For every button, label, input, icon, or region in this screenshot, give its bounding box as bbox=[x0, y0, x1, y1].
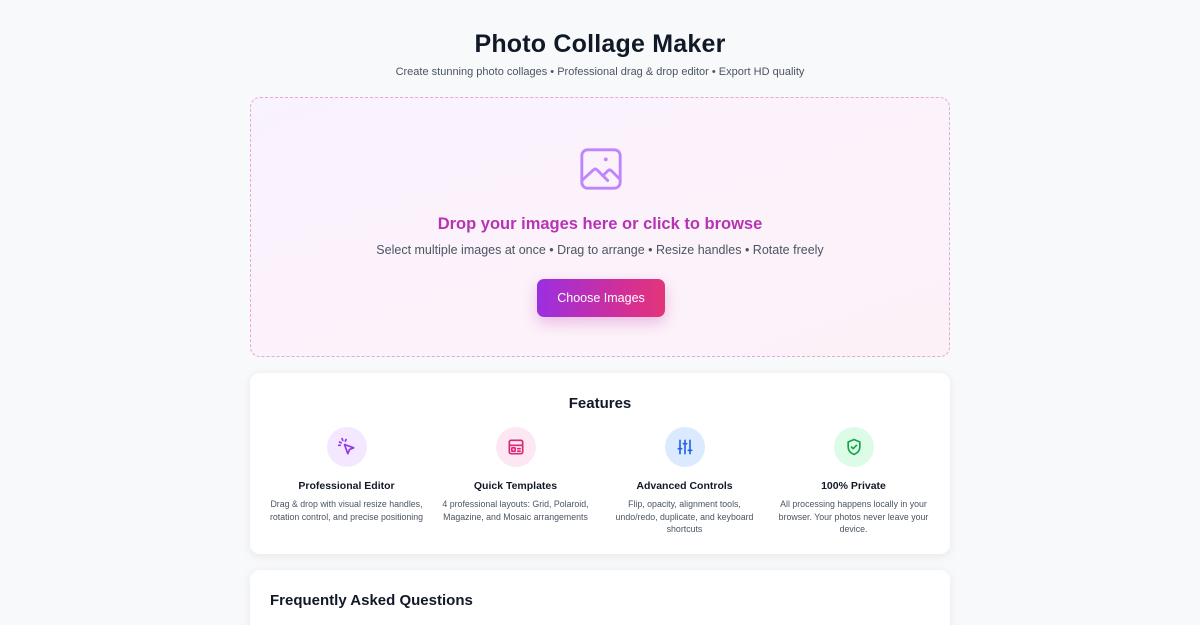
feature-description: Drag & drop with visual resize handles, … bbox=[269, 499, 424, 522]
feature-advanced-controls: Advanced Controls Flip, opacity, alignme… bbox=[600, 427, 769, 536]
page-subtitle: Create stunning photo collages • Profess… bbox=[395, 66, 805, 78]
feature-description: 4 professional layouts: Grid, Polaroid, … bbox=[442, 499, 589, 522]
dropzone-title: Drop your images here or click to browse bbox=[437, 215, 763, 233]
page-header: Photo Collage Maker Create stunning phot… bbox=[0, 0, 1200, 79]
feature-private: 100% Private All processing happens loca… bbox=[769, 427, 938, 536]
image-icon bbox=[580, 148, 622, 190]
choose-images-button[interactable]: Choose Images bbox=[537, 279, 665, 317]
feature-title: Quick Templates bbox=[473, 480, 558, 492]
sliders-icon bbox=[664, 427, 705, 467]
faq-title: Frequently Asked Questions bbox=[270, 592, 473, 609]
feature-title: 100% Private bbox=[821, 480, 886, 492]
page: Photo Collage Maker Create stunning phot… bbox=[0, 0, 1200, 625]
page-title: Photo Collage Maker bbox=[474, 30, 726, 58]
faq-card: Frequently Asked Questions bbox=[250, 570, 950, 625]
features-title: Features bbox=[568, 395, 632, 412]
feature-description: All processing happens locally in your b… bbox=[778, 499, 929, 534]
feature-description: Flip, opacity, alignment tools, undo/red… bbox=[615, 499, 754, 534]
dropzone-subtitle: Select multiple images at once • Drag to… bbox=[376, 243, 824, 257]
shield-check-icon bbox=[833, 427, 874, 467]
features-card: Features Professional Editor Drag & drop… bbox=[250, 373, 950, 554]
feature-title: Advanced Controls bbox=[636, 480, 733, 492]
layout-template-icon bbox=[495, 427, 536, 467]
feature-professional-editor: Professional Editor Drag & drop with vis… bbox=[262, 427, 431, 523]
feature-title: Professional Editor bbox=[298, 480, 395, 492]
feature-quick-templates: Quick Templates 4 professional layouts: … bbox=[431, 427, 600, 523]
image-dropzone[interactable]: Drop your images here or click to browse… bbox=[250, 97, 950, 357]
cursor-click-icon bbox=[326, 427, 367, 467]
